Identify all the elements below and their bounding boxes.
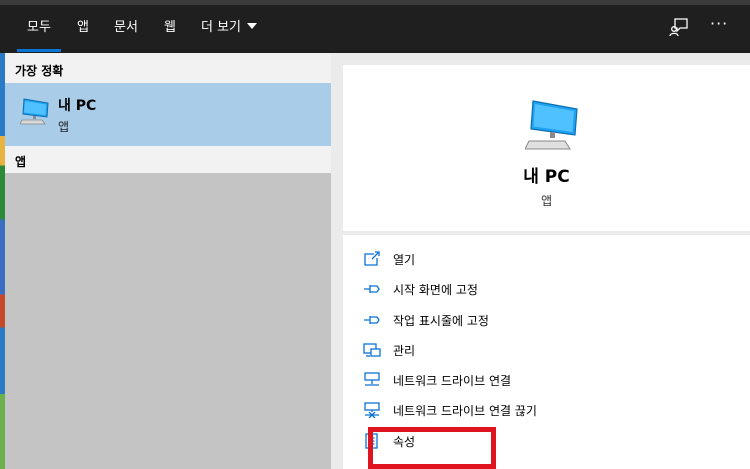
search-top-bar: 모두 앱 문서 웹 더 보기 ··· (0, 0, 750, 53)
action-pin-to-start[interactable]: 시작 화면에 고정 (363, 279, 723, 301)
open-icon (364, 251, 380, 266)
action-map-network-drive[interactable]: 네트워크 드라이브 연결 (363, 370, 723, 392)
tab-documents[interactable]: 문서 (114, 0, 138, 53)
action-open[interactable]: 열기 (363, 249, 723, 271)
disconnect-network-drive-icon (364, 402, 380, 418)
tab-all[interactable]: 모두 (17, 0, 61, 53)
action-pin-to-taskbar[interactable]: 작업 표시줄에 고정 (363, 310, 723, 332)
apps-results-area (5, 173, 331, 469)
preview-title: 내 PC (523, 167, 570, 187)
computer-icon (20, 98, 49, 125)
preview-subtitle: 앱 (540, 194, 553, 208)
best-match-header: 가장 정확 (15, 64, 64, 78)
details-panel: 내 PC 앱 열기 시작 화면에 고정 작업 표시줄에 고정 관리 네트워크 드… (331, 53, 750, 469)
pin-icon (364, 316, 380, 324)
results-panel: 가장 정확 내 PC 앱 앱 (5, 53, 331, 469)
tab-apps[interactable]: 앱 (77, 0, 89, 53)
action-manage[interactable]: 관리 (363, 340, 723, 362)
caret-down-icon (247, 23, 258, 29)
actions-list: 열기 시작 화면에 고정 작업 표시줄에 고정 관리 네트워크 드라이브 연결 … (343, 235, 750, 469)
computer-icon (525, 100, 578, 150)
feedback-icon[interactable] (669, 17, 689, 37)
highlight-annotation (368, 427, 496, 469)
manage-icon (363, 343, 381, 357)
taskbar-strip (0, 0, 750, 5)
best-match-title: 내 PC (58, 98, 97, 114)
map-network-drive-icon (364, 372, 380, 386)
best-match-item[interactable]: 내 PC 앱 (5, 83, 331, 146)
best-match-subtitle: 앱 (58, 120, 70, 134)
action-disconnect-network-drive[interactable]: 네트워크 드라이브 연결 끊기 (363, 400, 723, 422)
tab-more[interactable]: 더 보기 (201, 0, 258, 53)
more-options-icon[interactable]: ··· (710, 14, 728, 33)
preview-card: 내 PC 앱 (343, 65, 750, 231)
apps-header: 앱 (15, 155, 27, 169)
pin-icon (364, 285, 380, 293)
tab-web[interactable]: 웹 (164, 0, 176, 53)
